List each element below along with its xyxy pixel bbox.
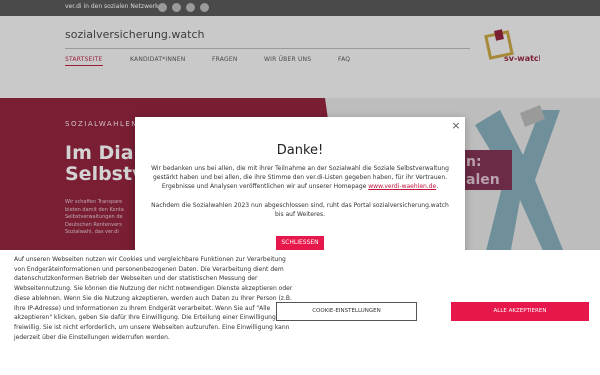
nav-fragen[interactable]: FRAGEN: [212, 56, 238, 63]
verdi-waehlen-link[interactable]: www.verdi-waehlen.de: [368, 183, 436, 190]
hero-right-text-1: n:: [466, 154, 482, 170]
telegram-icon[interactable]: [200, 3, 209, 12]
twitter-icon[interactable]: [172, 3, 181, 12]
header-divider: [65, 48, 470, 49]
hero-body-line: Wir schaffen Transpare: [65, 199, 123, 205]
hero-body-line: Sozialwahl, das ver.di: [65, 229, 119, 236]
close-icon[interactable]: ×: [451, 120, 461, 131]
schliessen-button[interactable]: SCHLIESSEN: [276, 236, 324, 250]
modal-paragraph-1: Wir bedanken uns bei allen, die mit ihre…: [149, 165, 451, 191]
facebook-icon[interactable]: [158, 3, 167, 12]
nav-kandidatinnen[interactable]: KANDIDAT*INNEN: [130, 56, 185, 63]
modal-title: Danke!: [276, 143, 324, 158]
nav-startseite[interactable]: STARTSEITE: [65, 56, 102, 63]
hero-body-line: Selbstverwaltungen de: [65, 214, 123, 221]
hero-body-text: Wir schaffen Transpare bieten damit den …: [65, 199, 140, 237]
modal-paragraph-1-end: .: [436, 182, 439, 190]
hero-right-text-2: alen: [466, 172, 500, 188]
modal-paragraph-2: Nachdem die Sozialwahlen 2023 nun abgesc…: [151, 202, 449, 218]
cookie-consent-text: Auf unseren Webseiten nutzen wir Cookies…: [14, 256, 293, 341]
nav-faq[interactable]: FAQ: [338, 56, 350, 63]
logo-text: sv-watch: [504, 54, 540, 63]
site-title[interactable]: sozialversicherung.watch: [65, 28, 204, 41]
active-nav-indicator: [65, 65, 103, 66]
nav-wir-ueber-uns[interactable]: WIR ÜBER UNS: [264, 56, 311, 63]
cookie-settings-button[interactable]: COOKIE-EINSTELLUNGEN: [276, 302, 417, 321]
social-networks-label: ver.di in den sozialen Netzwerken: [65, 3, 166, 10]
hero-body-line: Deutschen Rentenvers: [65, 221, 122, 228]
hero-body-line: bieten damit den Konta: [65, 206, 124, 213]
accept-all-button[interactable]: ALLE AKZEPTIEREN: [451, 302, 589, 321]
thank-you-modal: × Danke! Wir bedanken uns bei allen, die…: [135, 117, 465, 257]
hero-kicker: SOZIALWAHLEN: [65, 120, 139, 128]
social-topbar: ver.di in den sozialen Netzwerken: [0, 0, 600, 16]
sv-watch-logo[interactable]: sv-watch: [482, 28, 540, 68]
instagram-icon[interactable]: [186, 3, 195, 12]
